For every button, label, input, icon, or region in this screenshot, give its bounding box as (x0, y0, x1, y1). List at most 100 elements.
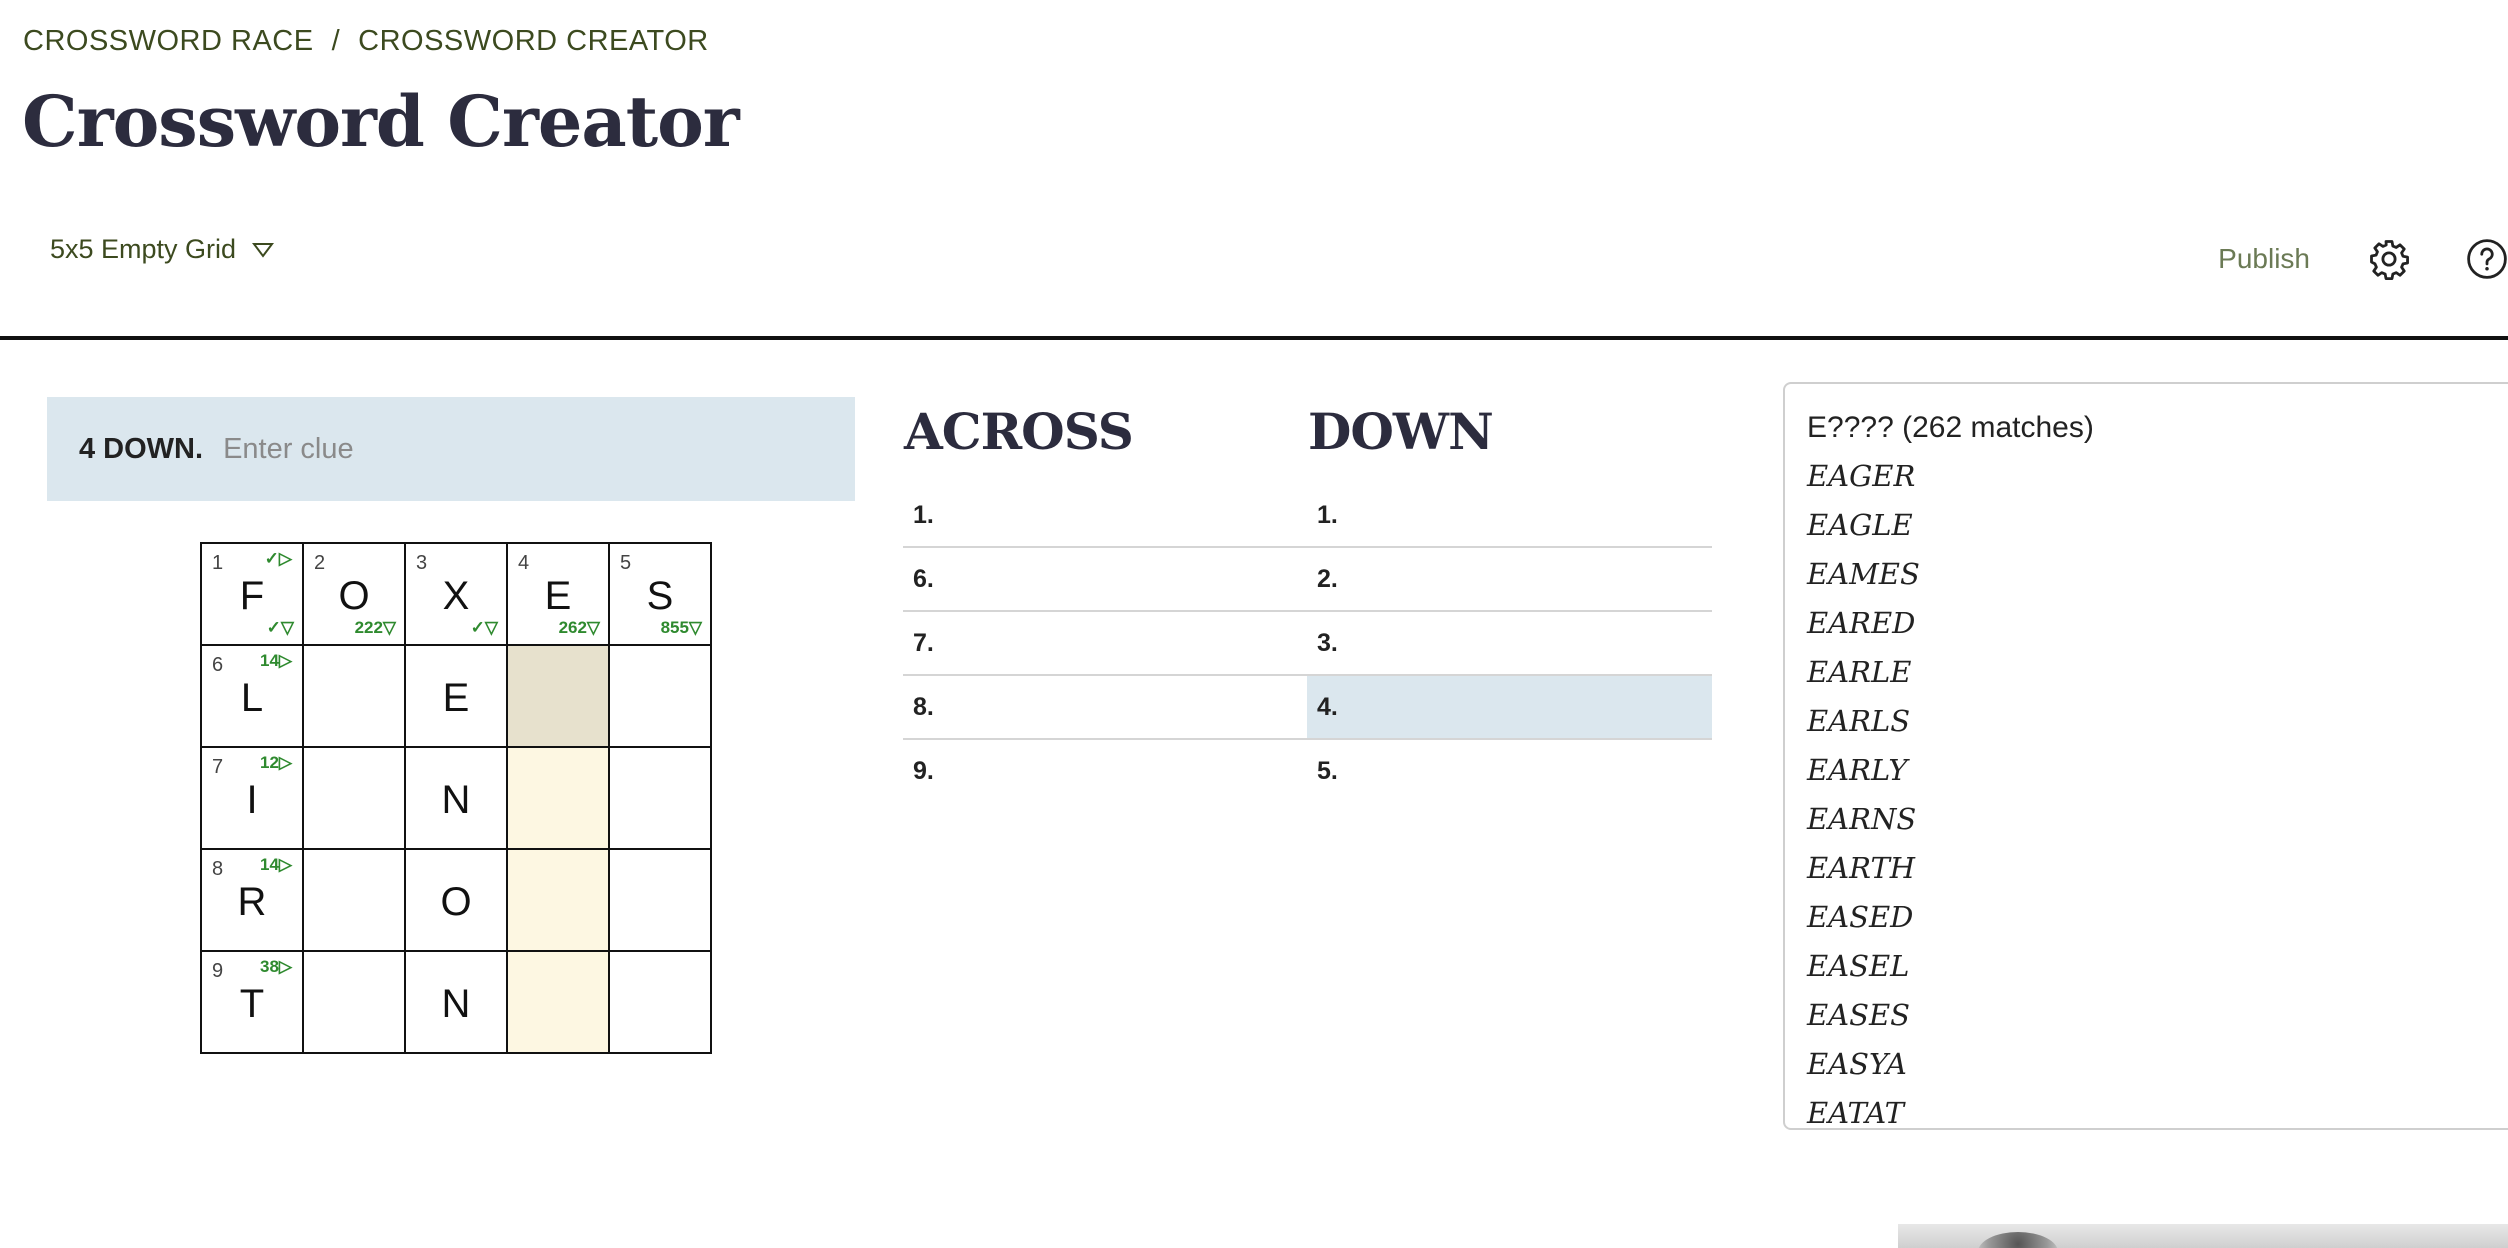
cell-letter: F (239, 574, 265, 618)
grid-cell[interactable] (304, 850, 404, 950)
down-clue-item[interactable]: 5. (1307, 740, 1712, 802)
cell-number: 4 (518, 552, 530, 574)
match-word[interactable]: EAGLE (1807, 501, 1920, 550)
grid-cell[interactable]: 7 I 12▷ (202, 748, 302, 848)
grid-cell[interactable] (508, 952, 608, 1052)
cell-letter: N (441, 982, 471, 1026)
grid-cell[interactable] (304, 748, 404, 848)
partial-image (1898, 1224, 2508, 1248)
grid-cell[interactable]: N (406, 952, 506, 1052)
cell-across-hint: 14▷ (260, 651, 292, 670)
grid-cell[interactable]: 4 E 262▽ (508, 544, 608, 644)
across-clue-item[interactable]: 7. (903, 612, 1308, 676)
grid-cell[interactable] (508, 646, 608, 746)
grid-template-value: 5x5 Empty Grid (50, 234, 237, 264)
cell-number: 9 (212, 960, 224, 982)
cell-down-hint: 262▽ (558, 618, 600, 637)
across-heading: ACROSS (904, 402, 1134, 461)
cell-letter: L (240, 676, 264, 720)
grid-cell[interactable]: E (406, 646, 506, 746)
breadcrumb: CROSSWORD RACE / CROSSWORD CREATOR (23, 25, 709, 58)
down-heading: DOWN (1308, 402, 1494, 461)
down-clue-list: 1. 2. 3. 4. 5. (1307, 484, 1712, 802)
cell-across-hint: 12▷ (260, 753, 292, 772)
match-word[interactable]: EARED (1807, 599, 1920, 648)
grid-cell[interactable]: 8 R 14▷ (202, 850, 302, 950)
match-word[interactable]: EARNS (1807, 795, 1920, 844)
clue-editor: 4 DOWN. (47, 397, 855, 501)
cell-letter: I (246, 778, 258, 822)
grid-cell[interactable]: N (406, 748, 506, 848)
page-title: Crossword Creator (22, 80, 740, 163)
cell-across-hint: ✓▷ (264, 549, 292, 568)
across-clue-list: 1. 6. 7. 8. 9. (903, 484, 1308, 802)
cell-letter: X (442, 574, 470, 618)
match-word[interactable]: EASED (1807, 893, 1920, 942)
down-clue-item[interactable]: 2. (1307, 548, 1712, 612)
cell-across-hint: 38▷ (260, 957, 292, 976)
cell-letter: R (237, 880, 267, 924)
grid-cell[interactable]: 2 O 222▽ (304, 544, 404, 644)
gear-icon[interactable] (2368, 238, 2410, 280)
grid-cell[interactable]: O (406, 850, 506, 950)
breadcrumb-home[interactable]: CROSSWORD RACE (23, 25, 314, 58)
grid-cell[interactable]: 5 S 855▽ (610, 544, 710, 644)
cell-number: 2 (314, 552, 326, 574)
grid-cell[interactable] (610, 646, 710, 746)
grid-cell[interactable] (610, 850, 710, 950)
match-word[interactable]: EARLS (1807, 697, 1920, 746)
cell-letter: S (646, 574, 674, 618)
help-icon[interactable] (2466, 238, 2508, 280)
match-word[interactable]: EAGER (1807, 452, 1920, 501)
match-word[interactable]: EASEL (1807, 942, 1920, 991)
across-clue-item[interactable]: 9. (903, 740, 1308, 802)
header-divider (0, 336, 2508, 340)
cell-down-hint: 222▽ (354, 618, 396, 637)
word-matches-panel[interactable]: E???? (262 matches) EAGER EAGLE EAMES EARED… (1783, 382, 2508, 1130)
cell-number: 8 (212, 858, 224, 880)
match-word[interactable]: EARLE (1807, 648, 1920, 697)
match-word[interactable]: EASES (1807, 991, 1920, 1040)
grid-cell[interactable] (508, 850, 608, 950)
breadcrumb-separator: / (331, 25, 341, 57)
breadcrumb-current[interactable]: CROSSWORD CREATOR (358, 25, 709, 58)
grid-cell[interactable] (304, 952, 404, 1052)
grid-cell[interactable] (304, 646, 404, 746)
cell-down-hint: ✓▽ (266, 618, 294, 637)
toolbar: Publish (2218, 238, 2508, 280)
across-clue-item[interactable]: 6. (903, 548, 1308, 612)
grid-cell[interactable] (610, 952, 710, 1052)
clue-input[interactable] (221, 431, 826, 467)
cell-letter: T (239, 982, 265, 1026)
across-clue-item[interactable]: 8. (903, 676, 1308, 740)
match-word[interactable]: EATAT (1807, 1089, 1920, 1128)
cell-down-hint: ✓▽ (470, 618, 498, 637)
cell-letter: O (440, 880, 472, 924)
cell-letter: N (441, 778, 471, 822)
cell-letter: E (442, 676, 470, 720)
cell-number: 5 (620, 552, 632, 574)
grid-cell[interactable] (610, 748, 710, 848)
match-word[interactable]: EARLY (1807, 746, 1920, 795)
grid-cell[interactable]: 1 F ✓▷ ✓▽ (202, 544, 302, 644)
cell-number: 1 (212, 552, 224, 574)
cell-across-hint: 14▷ (260, 855, 292, 874)
cell-number: 7 (212, 756, 224, 778)
crossword-grid: 1 F ✓▷ ✓▽ 2 O 222▽ 3 X ✓▽ 4 E 262▽ 5 S 855▽ 6 L 14▷ E 7 I 12▷ N… (200, 542, 712, 1054)
cell-number: 6 (212, 654, 224, 676)
publish-button[interactable]: Publish (2218, 243, 2310, 275)
down-clue-item[interactable]: 1. (1307, 484, 1712, 548)
grid-cell[interactable]: 6 L 14▷ (202, 646, 302, 746)
grid-template-dropdown[interactable]: 5x5 Empty Grid (50, 234, 275, 265)
match-word[interactable]: EAMES (1807, 550, 1920, 599)
across-clue-item[interactable]: 1. (903, 484, 1308, 548)
match-list: EAGER EAGLE EAMES EARED EARLE EARLS EARLY EARNS… (1807, 452, 1920, 1128)
match-word[interactable]: EASYA (1807, 1040, 1920, 1089)
down-clue-item[interactable]: 3. (1307, 612, 1712, 676)
grid-cell[interactable] (508, 748, 608, 848)
down-clue-item[interactable]: 4. (1307, 676, 1712, 740)
match-word[interactable]: EARTH (1807, 844, 1920, 893)
grid-cell[interactable]: 9 T 38▷ (202, 952, 302, 1052)
grid-cell[interactable]: 3 X ✓▽ (406, 544, 506, 644)
cell-number: 3 (416, 552, 428, 574)
